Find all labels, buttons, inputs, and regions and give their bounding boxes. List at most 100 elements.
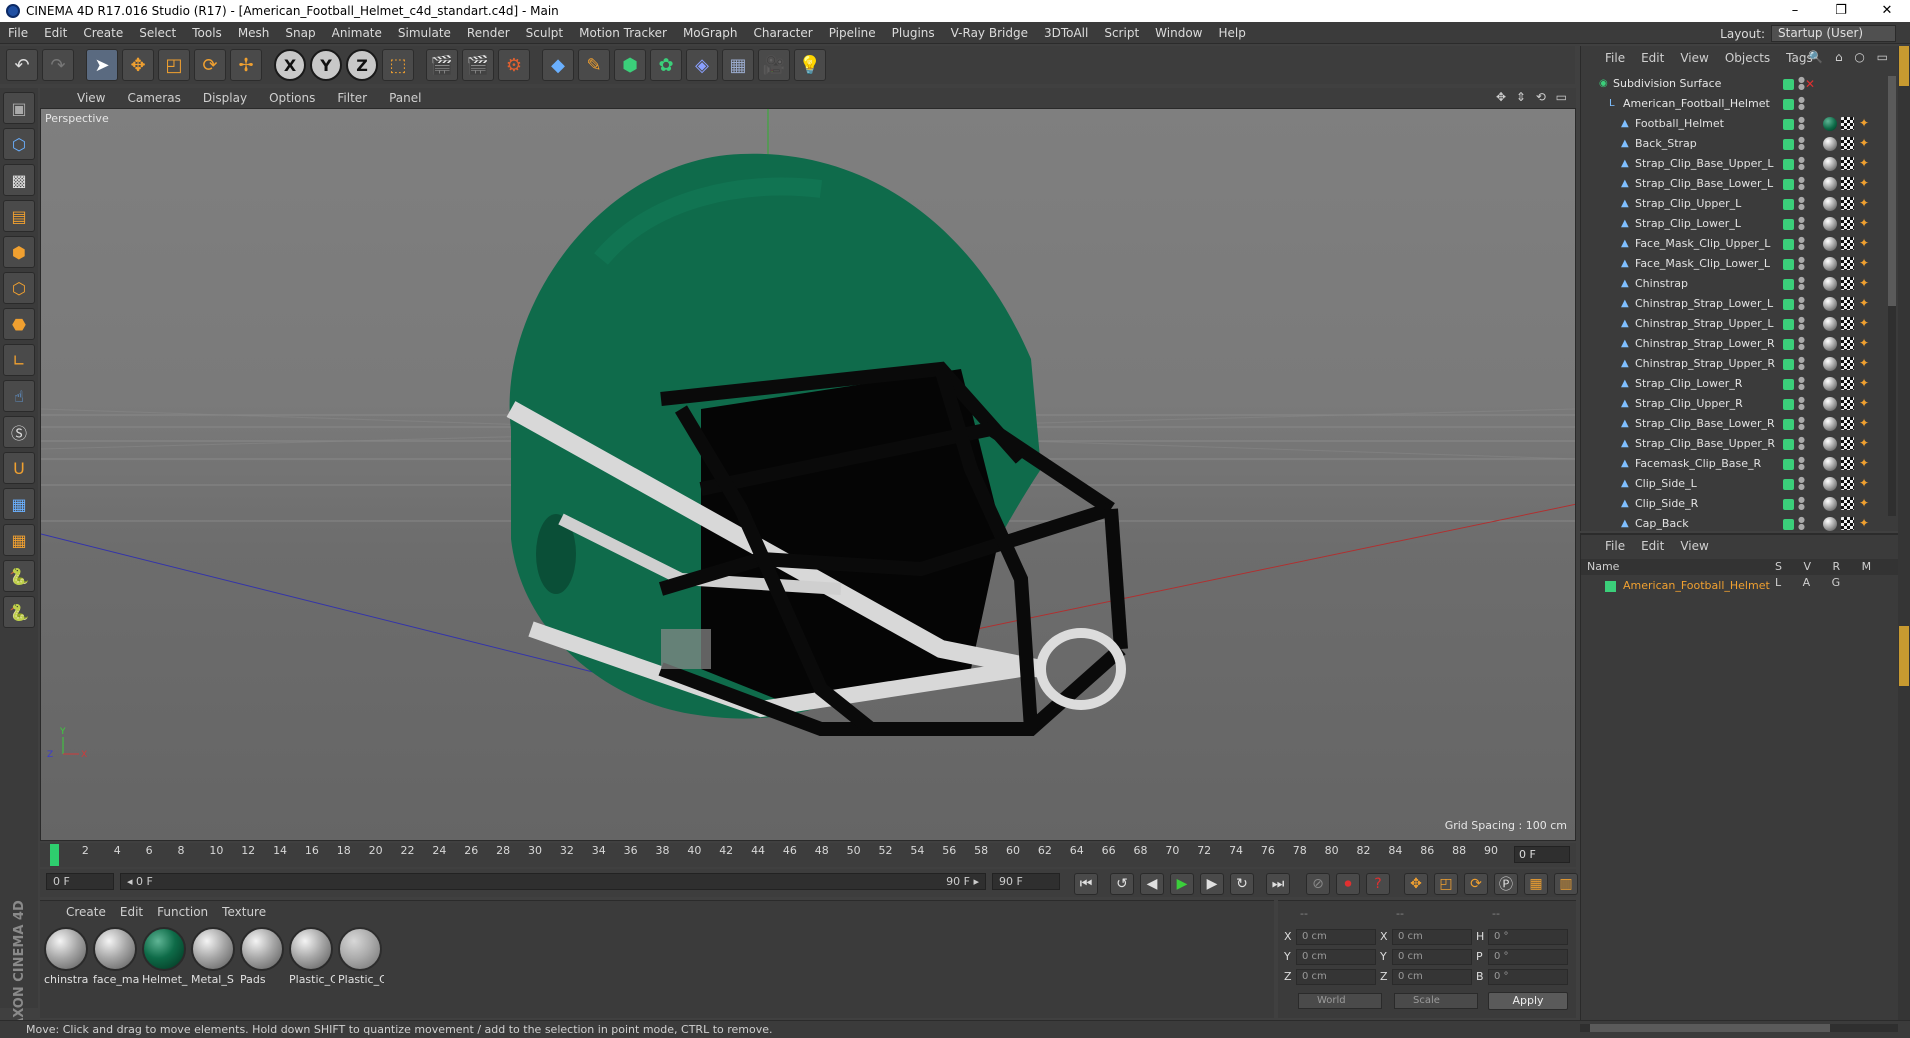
material-tag-icon[interactable] <box>1823 317 1837 331</box>
layer-horizontal-scrollbar[interactable] <box>1580 1024 1898 1032</box>
menu-3dtoall[interactable]: 3DToAll <box>1036 26 1096 40</box>
object-tree-row[interactable]: ▲ Back_Strap ● ● ✦ <box>1585 134 1885 154</box>
minimize-button[interactable]: – <box>1772 0 1818 22</box>
layer-color-swatch[interactable] <box>1783 139 1794 150</box>
layer-color-swatch[interactable] <box>1783 299 1794 310</box>
coord-value-field[interactable]: 0 cm <box>1296 949 1376 965</box>
layer-menu-file[interactable]: File <box>1605 539 1625 553</box>
layer-color-swatch[interactable] <box>1783 319 1794 330</box>
frame-range-slider[interactable]: ◂ 0 F 90 F ▸ <box>120 873 986 890</box>
object-name[interactable]: Strap_Clip_Upper_L <box>1635 194 1741 214</box>
visibility-toggle[interactable]: ● ● <box>1798 396 1805 411</box>
object-name[interactable]: Back_Strap <box>1635 134 1697 154</box>
visibility-toggle[interactable]: ● ● <box>1798 356 1805 371</box>
object-name[interactable]: Facemask_Clip_Base_R <box>1635 454 1761 474</box>
phong-tag-icon[interactable]: ✦ <box>1859 477 1871 489</box>
layer-color-swatch[interactable] <box>1783 279 1794 290</box>
visibility-toggle[interactable]: ● ● <box>1798 276 1805 291</box>
menu-mograph[interactable]: MoGraph <box>675 26 746 40</box>
record-disabled-icon[interactable]: ⊘ <box>1306 873 1330 895</box>
menu-sculpt[interactable]: Sculpt <box>518 26 571 40</box>
coord-size-mode-dropdown[interactable]: Scale <box>1394 993 1478 1009</box>
timeline-ruler[interactable]: 0246810121416182022242628303234363840424… <box>40 843 1576 867</box>
material-tag-icon[interactable] <box>1823 157 1837 171</box>
object-menu-edit[interactable]: Edit <box>1641 51 1664 65</box>
visibility-toggle[interactable]: ● ● <box>1798 516 1805 531</box>
redo-icon[interactable]: ↷ <box>42 49 74 81</box>
object-tree-row[interactable]: ▲ Football_Helmet ● ● ✦ <box>1585 114 1885 134</box>
visibility-toggle[interactable]: ● ● <box>1798 156 1805 171</box>
object-tree-row[interactable]: ▲ Strap_Clip_Base_Lower_L ● ● ✦ <box>1585 174 1885 194</box>
timeline-playhead[interactable] <box>50 844 59 866</box>
object-name[interactable]: Clip_Side_L <box>1635 474 1697 494</box>
start-frame-field[interactable]: 0 F <box>46 873 114 890</box>
visibility-toggle[interactable]: ● ● <box>1798 376 1805 391</box>
menu-snap[interactable]: Snap <box>277 26 323 40</box>
material-menu-function[interactable]: Function <box>157 905 216 919</box>
object-tree-row[interactable]: L American_Football_Helmet ● ● <box>1585 94 1885 114</box>
uvw-tag-icon[interactable] <box>1841 297 1854 310</box>
uvw-tag-icon[interactable] <box>1841 337 1854 350</box>
layer-color-swatch[interactable] <box>1783 479 1794 490</box>
uvw-tag-icon[interactable] <box>1841 457 1854 470</box>
uvw-tag-icon[interactable] <box>1841 217 1854 230</box>
rotate-tool-icon[interactable]: ⟳ <box>194 49 226 81</box>
visibility-toggle[interactable]: ● ● <box>1798 96 1805 111</box>
next-frame-icon[interactable]: ▶ <box>1200 873 1224 895</box>
menu-window[interactable]: Window <box>1147 26 1210 40</box>
close-button[interactable]: ✕ <box>1864 0 1910 22</box>
object-menu-view[interactable]: View <box>1680 51 1708 65</box>
object-tree-scrollbar[interactable] <box>1888 76 1896 516</box>
material-swatch[interactable]: Plastic_C <box>338 927 384 989</box>
object-menu-objects[interactable]: Objects <box>1725 51 1770 65</box>
layer-color-swatch[interactable] <box>1783 399 1794 410</box>
object-menu-file[interactable]: File <box>1605 51 1625 65</box>
uvw-tag-icon[interactable] <box>1841 417 1854 430</box>
material-preview-ball[interactable] <box>191 927 235 971</box>
viewport-menu-view[interactable]: View <box>66 91 116 105</box>
layer-color-swatch[interactable] <box>1783 459 1794 470</box>
material-tag-icon[interactable] <box>1823 437 1837 451</box>
material-tag-icon[interactable] <box>1823 517 1837 531</box>
material-menu-create[interactable]: Create <box>66 905 114 919</box>
visibility-toggle[interactable]: ● ● <box>1798 216 1805 231</box>
material-tag-icon[interactable] <box>1823 117 1837 131</box>
python-script-icon-1[interactable]: 🐍 <box>3 560 35 592</box>
object-name[interactable]: Chinstrap_Strap_Upper_L <box>1635 314 1773 334</box>
layer-color-swatch[interactable] <box>1783 99 1794 110</box>
render-settings-icon[interactable]: ⚙ <box>498 49 530 81</box>
layer-color-swatch[interactable] <box>1783 79 1794 90</box>
key-pla-icon[interactable]: ▦ <box>1524 873 1548 895</box>
uvw-tag-icon[interactable] <box>1841 477 1854 490</box>
object-name[interactable]: Chinstrap_Strap_Upper_R <box>1635 354 1775 374</box>
object-tree-row[interactable]: ▲ Chinstrap_Strap_Upper_R ● ● ✦ <box>1585 354 1885 374</box>
uvw-tag-icon[interactable] <box>1841 497 1854 510</box>
coord-value-field[interactable]: 0 cm <box>1296 929 1376 945</box>
camera-icon[interactable]: 🎥 <box>758 49 790 81</box>
material-tag-icon[interactable] <box>1823 257 1837 271</box>
material-tag-icon[interactable] <box>1823 277 1837 291</box>
object-name[interactable]: Cap_Back <box>1635 514 1689 531</box>
uvw-tag-icon[interactable] <box>1841 317 1854 330</box>
axis-x-lock-button[interactable]: X <box>274 49 306 81</box>
material-preview-ball[interactable] <box>93 927 137 971</box>
object-tree-row[interactable]: ▲ Clip_Side_L ● ● ✦ <box>1585 474 1885 494</box>
material-preview-ball[interactable] <box>338 927 382 971</box>
uvw-tag-icon[interactable] <box>1841 117 1854 130</box>
visibility-toggle[interactable]: ● ● <box>1798 316 1805 331</box>
object-tree-row[interactable]: ▲ Strap_Clip_Upper_L ● ● ✦ <box>1585 194 1885 214</box>
light-icon[interactable]: 💡 <box>794 49 826 81</box>
visibility-toggle[interactable]: ● ● <box>1798 236 1805 251</box>
phong-tag-icon[interactable]: ✦ <box>1859 517 1871 529</box>
material-preview-ball[interactable] <box>240 927 284 971</box>
coord-value-field[interactable]: 0 cm <box>1392 969 1472 985</box>
visibility-toggle[interactable]: ● ● <box>1798 476 1805 491</box>
object-tree-row[interactable]: ▲ Face_Mask_Clip_Upper_L ● ● ✦ <box>1585 234 1885 254</box>
uvw-tag-icon[interactable] <box>1841 277 1854 290</box>
menu-animate[interactable]: Animate <box>324 26 390 40</box>
visibility-toggle[interactable]: ● ● <box>1798 496 1805 511</box>
object-name[interactable]: Face_Mask_Clip_Upper_L <box>1635 234 1770 254</box>
visibility-toggle[interactable]: ● ● <box>1798 456 1805 471</box>
visibility-toggle[interactable]: ● ● <box>1798 176 1805 191</box>
menu-select[interactable]: Select <box>131 26 184 40</box>
